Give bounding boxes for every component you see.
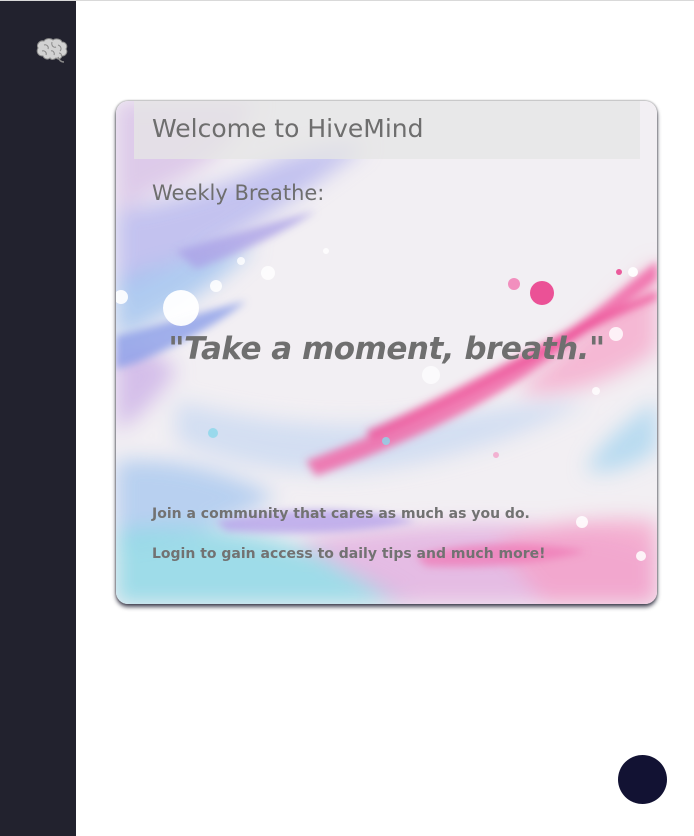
sidebar [0,1,76,836]
brain-icon[interactable] [34,36,70,64]
weekly-quote: "Take a moment, breath." [168,331,605,367]
weekly-breathe-label: Weekly Breathe: [152,181,325,205]
page: Welcome to HiveMind Weekly Breathe: "Tak… [0,0,694,836]
welcome-card: Welcome to HiveMind Weekly Breathe: "Tak… [116,101,657,604]
card-title: Welcome to HiveMind [152,114,424,143]
login-prompt-text: Login to gain access to daily tips and m… [152,546,546,562]
card-header: Welcome to HiveMind [134,101,640,159]
floating-action-button[interactable] [618,755,667,804]
community-text: Join a community that cares as much as y… [152,506,530,522]
